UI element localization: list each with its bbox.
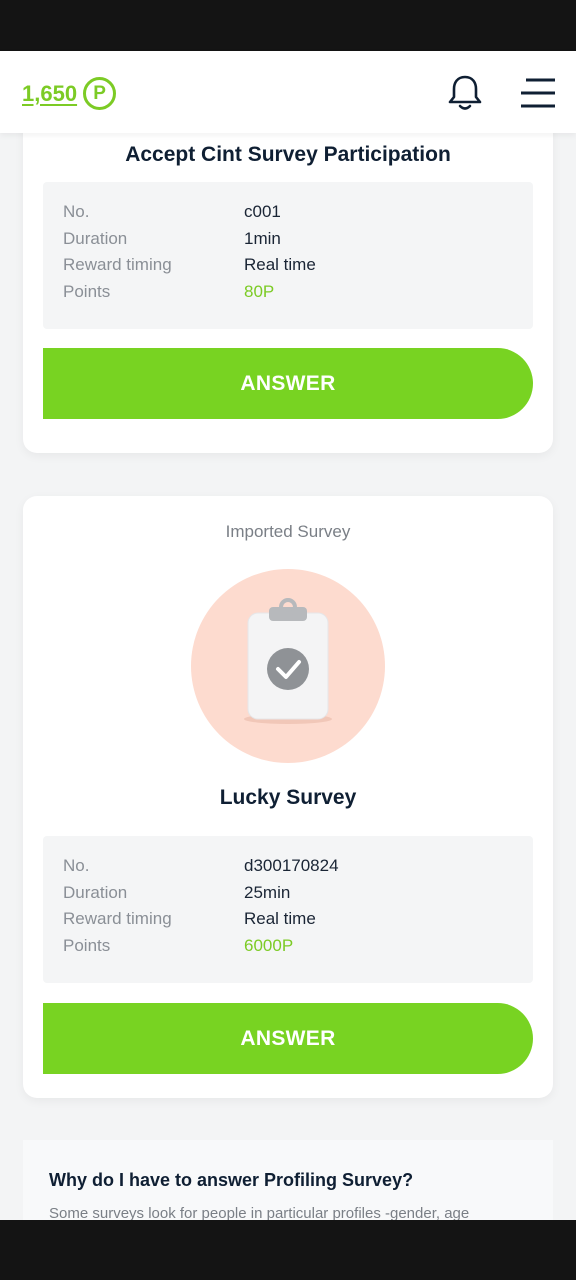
info-value: c001 <box>244 202 281 221</box>
answer-button[interactable]: ANSWER <box>43 348 533 419</box>
info-value-points: 6000P <box>244 936 294 955</box>
info-row-reward-timing: Reward timing Real time <box>63 909 523 935</box>
faq-title: Why do I have to answer Profiling Survey… <box>49 1170 414 1190</box>
info-value: Real time <box>244 909 316 928</box>
info-row-points: Points 80P <box>63 282 523 308</box>
status-bar <box>0 0 576 51</box>
info-label: Reward timing <box>63 909 172 928</box>
notification-bell-icon[interactable] <box>447 73 483 113</box>
survey-title: Lucky Survey <box>219 786 357 809</box>
clipboard-check-icon <box>244 598 332 724</box>
info-row-number: No. c001 <box>63 202 523 228</box>
survey-title: Accept Cint Survey Participation <box>125 143 451 166</box>
info-row-number: No. d300170824 <box>63 856 523 882</box>
info-label: Duration <box>63 229 128 248</box>
points-icon: P <box>83 77 117 110</box>
survey-card: Imported Survey Lucky Survey No. d300170… <box>23 496 553 1098</box>
info-row-duration: Duration 1min <box>63 229 523 255</box>
survey-info-box: No. d300170824 Duration 25min Reward tim… <box>43 836 533 983</box>
survey-card: Accept Cint Survey Participation No. c00… <box>23 133 553 453</box>
info-label: No. <box>63 856 90 875</box>
info-row-duration: Duration 25min <box>63 883 523 909</box>
info-label: Duration <box>63 883 128 902</box>
info-value: Real time <box>244 255 316 274</box>
info-value-points: 80P <box>244 282 275 301</box>
survey-info-box: No. c001 Duration 1min Reward timing Rea… <box>43 182 533 329</box>
info-label: Reward timing <box>63 255 172 274</box>
faq-section: Why do I have to answer Profiling Survey… <box>23 1140 553 1220</box>
info-value: 1min <box>244 229 281 248</box>
points-balance[interactable]: 1,650 P <box>22 77 117 110</box>
faq-text: Some surveys look for people in particul… <box>49 1205 470 1220</box>
survey-kind: Imported Survey <box>225 522 351 541</box>
info-value: 25min <box>244 883 291 902</box>
survey-list[interactable]: Accept Cint Survey Participation No. c00… <box>0 133 576 1220</box>
info-value: d300170824 <box>244 856 339 875</box>
info-row-points: Points 6000P <box>63 936 523 962</box>
survey-illustration <box>191 569 385 763</box>
info-row-reward-timing: Reward timing Real time <box>63 255 523 281</box>
answer-button[interactable]: ANSWER <box>43 1003 533 1074</box>
hamburger-menu-icon[interactable] <box>518 77 556 109</box>
points-value[interactable]: 1,650 <box>22 81 77 107</box>
app-header: 1,650 P <box>0 51 576 133</box>
info-label: Points <box>63 282 111 301</box>
navigation-bar <box>0 1220 576 1280</box>
info-label: Points <box>63 936 111 955</box>
info-label: No. <box>63 202 90 221</box>
